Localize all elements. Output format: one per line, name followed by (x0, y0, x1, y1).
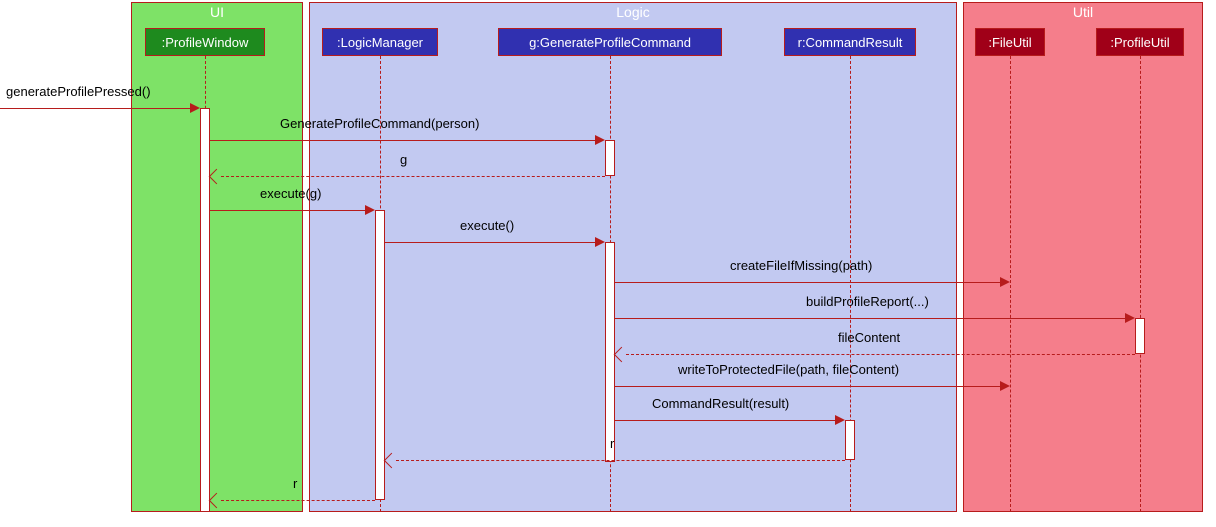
participant-logic-manager: :LogicManager (322, 28, 438, 56)
participant-label: :ProfileWindow (162, 35, 249, 50)
participant-label: :FileUtil (988, 35, 1031, 50)
return-label: r (293, 476, 297, 491)
region-ui-label: UI (210, 3, 224, 20)
msg-build-profile-report (615, 310, 1135, 326)
sequence-diagram: UI Logic Util :ProfileWindow :LogicManag… (0, 0, 1216, 527)
activation-gen-cmd-1 (605, 140, 615, 176)
activation-cmd-result (845, 420, 855, 460)
return-label: fileContent (838, 330, 900, 345)
msg-create-file-if-missing (615, 274, 1010, 290)
msg-label: execute(g) (260, 186, 321, 201)
msg-label: buildProfileReport(...) (806, 294, 929, 309)
msg-execute (385, 234, 605, 250)
msg-generate-profile-pressed (0, 100, 200, 116)
msg-new-command-result (615, 412, 845, 428)
msg-label: CommandResult(result) (652, 396, 789, 411)
activation-profile-window (200, 108, 210, 512)
msg-label: createFileIfMissing(path) (730, 258, 872, 273)
activation-gen-cmd-2 (605, 242, 615, 462)
region-util-label: Util (1073, 3, 1093, 20)
return-g (211, 168, 605, 184)
activation-logic-manager (375, 210, 385, 500)
return-r-to-ui (211, 492, 375, 508)
region-ui: UI (131, 2, 303, 512)
participant-profile-window: :ProfileWindow (145, 28, 265, 56)
lifeline-file-util (1010, 56, 1011, 512)
msg-execute-g (210, 202, 375, 218)
msg-label: GenerateProfileCommand(person) (280, 116, 479, 131)
return-label: r (610, 436, 614, 451)
msg-label: generateProfilePressed() (6, 84, 151, 99)
region-util: Util (963, 2, 1203, 512)
activation-profile-util (1135, 318, 1145, 354)
return-label: g (400, 152, 407, 167)
msg-label: writeToProtectedFile(path, fileContent) (678, 362, 899, 377)
participant-label: r:CommandResult (798, 35, 903, 50)
region-logic: Logic (309, 2, 957, 512)
return-file-content (616, 346, 1135, 362)
msg-new-generate-profile-command (210, 132, 605, 148)
participant-label: :ProfileUtil (1110, 35, 1169, 50)
participant-gen-cmd: g:GenerateProfileCommand (498, 28, 722, 56)
participant-label: :LogicManager (337, 35, 423, 50)
lifeline-profile-util (1140, 56, 1141, 512)
msg-write-to-protected-file (615, 378, 1010, 394)
participant-label: g:GenerateProfileCommand (529, 35, 691, 50)
msg-label: execute() (460, 218, 514, 233)
participant-profile-util: :ProfileUtil (1096, 28, 1184, 56)
return-r-to-logic (386, 452, 845, 468)
region-logic-label: Logic (616, 3, 649, 20)
participant-file-util: :FileUtil (975, 28, 1045, 56)
participant-cmd-result: r:CommandResult (784, 28, 916, 56)
